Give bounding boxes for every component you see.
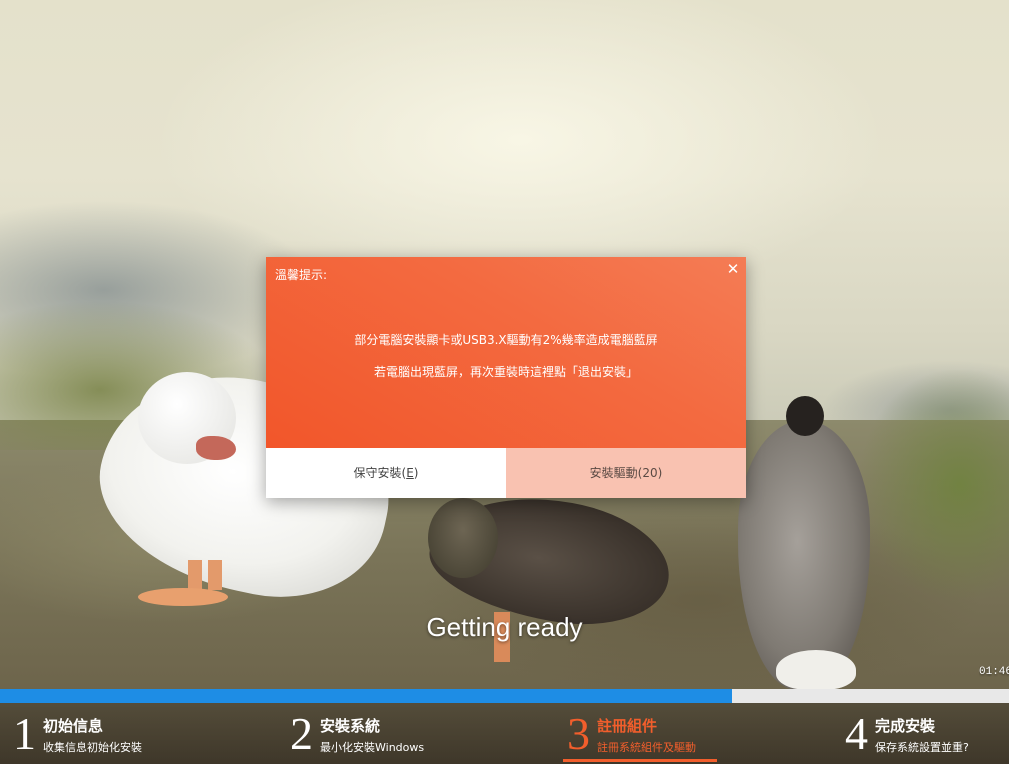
- dialog-message-line1: 部分電腦安裝顯卡或USB3.X驅動有2%幾率造成電腦藍屏: [354, 333, 658, 347]
- install-progress-fill: [0, 689, 732, 703]
- step-number: 4: [845, 708, 868, 759]
- dialog-title: 溫馨提示:: [275, 268, 328, 282]
- step-subtitle: 最小化安裝Windows: [320, 741, 425, 754]
- install-progress-bar: [0, 689, 1009, 703]
- keep-install-label-suffix: ): [413, 466, 419, 480]
- getting-ready-text: Getting ready: [426, 612, 583, 642]
- step-title: 註冊組件: [597, 717, 658, 735]
- keep-install-button[interactable]: 保守安裝(E): [266, 448, 506, 498]
- white-goose-leg: [208, 560, 222, 590]
- warning-dialog: 溫馨提示: ✕ 部分電腦安裝顯卡或USB3.X驅動有2%幾率造成電腦藍屏 若電腦…: [266, 257, 746, 498]
- step-subtitle: 保存系統設置並重?: [875, 741, 969, 754]
- step-subtitle: 註冊系統組件及驅動: [597, 741, 696, 754]
- keep-install-label-prefix: 保守安裝(: [353, 466, 407, 480]
- keep-install-hotkey: E: [406, 466, 414, 480]
- step-subtitle: 收集信息初始化安裝: [43, 741, 142, 754]
- step-number: 3: [567, 708, 590, 759]
- active-step-underline: [563, 759, 717, 762]
- grass-right: [860, 370, 1009, 600]
- step-number: 1: [13, 708, 36, 759]
- grey-goose-tail: [776, 650, 856, 690]
- close-icon[interactable]: ✕: [724, 260, 742, 278]
- install-steps-bar: 1 初始信息 收集信息初始化安裝 2 安裝系統 最小化安裝Windows 3 註…: [0, 703, 1009, 764]
- step-title: 初始信息: [43, 717, 104, 735]
- white-goose-foot: [138, 588, 228, 606]
- dialog-message-line2: 若電腦出現藍屏，再次重裝時這裡點「退出安裝」: [373, 365, 638, 379]
- step-title: 安裝系統: [320, 717, 381, 735]
- install-drivers-button[interactable]: 安裝驅動(20): [506, 448, 746, 498]
- duck-head: [428, 498, 498, 578]
- elapsed-time: 01:46: [979, 666, 1009, 678]
- grey-goose-head: [786, 396, 824, 436]
- dialog-header: 溫馨提示: ✕ 部分電腦安裝顯卡或USB3.X驅動有2%幾率造成電腦藍屏 若電腦…: [266, 257, 746, 448]
- step-title: 完成安裝: [875, 717, 936, 735]
- step-number: 2: [290, 708, 313, 759]
- grey-goose-body: [738, 420, 870, 690]
- white-goose-bill: [196, 436, 236, 460]
